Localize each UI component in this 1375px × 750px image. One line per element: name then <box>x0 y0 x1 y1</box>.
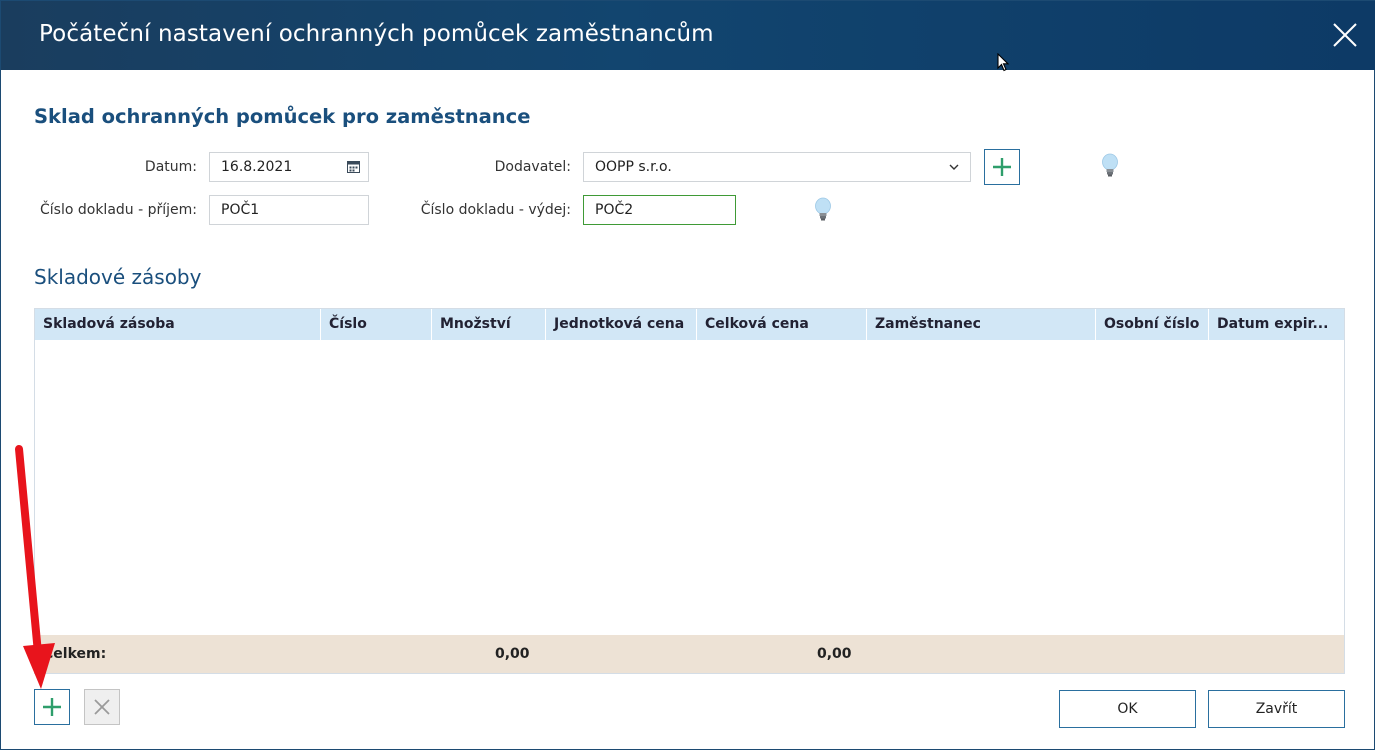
dodavatel-value: OOPP s.r.o. <box>595 159 672 175</box>
close-window-button[interactable] <box>1326 16 1364 54</box>
dodavatel-select[interactable]: OOPP s.r.o. <box>583 152 971 182</box>
ok-button[interactable]: OK <box>1059 690 1196 728</box>
dialog-window: Počáteční nastavení ochranných pomůcek z… <box>0 0 1375 750</box>
add-supplier-button[interactable] <box>984 149 1020 185</box>
chevron-down-icon[interactable] <box>948 161 960 177</box>
title-bar: Počáteční nastavení ochranných pomůcek z… <box>1 1 1375 70</box>
grid-header: Skladová zásoba Číslo Množství Jednotkov… <box>35 309 1344 340</box>
vydej-field[interactable]: POČ2 <box>583 195 736 225</box>
section-title: Skladové zásoby <box>34 265 202 289</box>
prijem-field[interactable]: POČ1 <box>209 195 369 225</box>
delete-row-button[interactable] <box>84 689 120 725</box>
footer-mnozstvi-total: 0,00 <box>495 646 530 662</box>
footer-celkova-cena-total: 0,00 <box>817 646 852 662</box>
lightbulb-icon[interactable] <box>1101 153 1119 183</box>
vydej-label: Číslo dokladu - výdej: <box>420 202 571 218</box>
close-button[interactable]: Zavřít <box>1208 690 1345 728</box>
vydej-value: POČ2 <box>595 202 634 218</box>
close-icon <box>1333 23 1357 47</box>
column-header-osobni-cislo[interactable]: Osobní číslo <box>1096 309 1209 340</box>
grid-footer: Celkem: 0,00 0,00 <box>35 635 1344 673</box>
column-header-datum-expirace[interactable]: Datum expir... <box>1209 309 1344 340</box>
column-header-celkova-cena[interactable]: Celková cena <box>697 309 867 340</box>
calendar-icon[interactable] <box>347 160 360 177</box>
prijem-value: POČ1 <box>221 202 260 218</box>
datum-field[interactable]: 16.8.2021 <box>209 152 369 182</box>
datum-label: Datum: <box>144 159 197 175</box>
form-heading: Sklad ochranných pomůcek pro zaměstnance <box>34 105 531 128</box>
stock-grid[interactable]: Skladová zásoba Číslo Množství Jednotkov… <box>34 308 1345 674</box>
column-header-jednotkova-cena[interactable]: Jednotková cena <box>546 309 697 340</box>
prijem-label: Číslo dokladu - příjem: <box>40 202 197 218</box>
mouse-cursor-icon <box>997 52 1011 77</box>
plus-icon <box>993 158 1011 176</box>
dodavatel-label: Dodavatel: <box>494 159 571 175</box>
column-header-mnozstvi[interactable]: Množství <box>432 309 546 340</box>
column-header-cislo[interactable]: Číslo <box>321 309 432 340</box>
column-header-skladova-zasoba[interactable]: Skladová zásoba <box>35 309 321 340</box>
lightbulb-icon[interactable] <box>814 197 832 227</box>
window-title: Počáteční nastavení ochranných pomůcek z… <box>39 21 714 47</box>
datum-value: 16.8.2021 <box>221 159 293 175</box>
x-icon <box>94 699 110 715</box>
red-arrow-icon <box>1 441 71 705</box>
column-header-zamestnanec[interactable]: Zaměstnanec <box>867 309 1096 340</box>
